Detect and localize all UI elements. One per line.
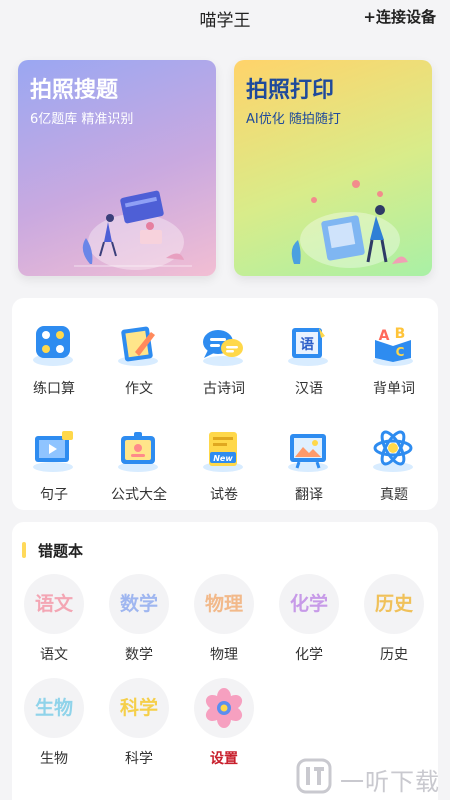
- tools-panel: 练口算 作文 古诗词 语 汉语 A B C 背单词 句子 公式大全 New 试卷…: [12, 298, 438, 510]
- pencil-notebook-icon: [118, 326, 158, 366]
- wrong-book-title: 错题本: [38, 542, 84, 560]
- new-paper-icon: New: [203, 432, 243, 472]
- subject-label: 数学: [125, 647, 153, 663]
- id-card-icon: [118, 432, 158, 472]
- video-screen-icon: [33, 431, 73, 472]
- subject-history[interactable]: 历史 历史: [354, 574, 434, 674]
- settings-label: 设置: [210, 751, 238, 767]
- chinese-book-icon: 语: [288, 328, 328, 366]
- tool-formulas[interactable]: 公式大全: [103, 414, 175, 504]
- subject-chemistry-icon: 化学: [279, 574, 339, 634]
- atom-icon: [373, 430, 413, 472]
- tool-label: 作文: [125, 381, 153, 397]
- subject-biology-icon: 生物: [24, 678, 84, 738]
- tool-label: 古诗词: [203, 381, 245, 397]
- top-bar: 喵学王 +连接设备: [0, 0, 450, 40]
- tool-exam-paper[interactable]: New 试卷: [188, 414, 260, 504]
- subject-label: 历史: [380, 647, 408, 663]
- subject-label: 语文: [40, 647, 68, 663]
- photo-search-title: 拍照搜题: [30, 78, 119, 103]
- subject-science[interactable]: 科学 科学: [99, 678, 179, 778]
- tool-label: 试卷: [210, 487, 238, 503]
- subject-physics[interactable]: 物理 物理: [184, 574, 264, 674]
- section-accent-bar: [22, 542, 26, 558]
- svg-text:语: 语: [300, 337, 314, 353]
- calculator-icon: [33, 326, 73, 366]
- tool-past-exams[interactable]: 真题: [358, 414, 430, 504]
- subject-chinese[interactable]: 语文 语文: [14, 574, 94, 674]
- subject-science-icon: 科学: [109, 678, 169, 738]
- tool-label: 背单词: [373, 381, 415, 397]
- photo-print-subtitle: AI优化 随拍随打: [246, 112, 341, 127]
- tool-vocabulary[interactable]: A B C 背单词: [358, 308, 430, 398]
- subject-history-icon: 历史: [364, 574, 424, 634]
- connect-device-button[interactable]: +连接设备: [363, 6, 436, 27]
- photo-print-illustration: [291, 180, 408, 268]
- svg-text:New: New: [213, 454, 233, 463]
- subject-math[interactable]: 数学 数学: [99, 574, 179, 674]
- speech-bubble-icon: [203, 330, 243, 366]
- subject-label: 化学: [295, 647, 323, 663]
- photo-search-subtitle: 6亿题库 精准识别: [30, 112, 134, 127]
- photo-print-title: 拍照打印: [246, 78, 335, 103]
- photo-search-card[interactable]: 拍照搜题 6亿题库 精准识别: [18, 60, 216, 276]
- tool-label: 句子: [40, 487, 68, 503]
- subject-biology[interactable]: 生物 生物: [14, 678, 94, 778]
- svg-text:B: B: [395, 326, 406, 342]
- subject-chinese-icon: 语文: [24, 574, 84, 634]
- watermark-text: 一听下载: [340, 768, 440, 796]
- subject-chemistry[interactable]: 化学 化学: [269, 574, 349, 674]
- picture-board-icon: [288, 434, 328, 472]
- subject-label: 物理: [210, 647, 238, 663]
- flower-icon: [194, 678, 254, 738]
- tool-oral-math[interactable]: 练口算: [18, 308, 90, 398]
- subject-label: 生物: [40, 751, 68, 767]
- tool-chinese[interactable]: 语 汉语: [273, 308, 345, 398]
- tool-label: 汉语: [295, 381, 323, 397]
- tool-sentence[interactable]: 句子: [18, 414, 90, 504]
- watermark-logo-icon: [296, 758, 332, 794]
- tool-composition[interactable]: 作文: [103, 308, 175, 398]
- tool-label: 真题: [380, 487, 408, 503]
- svg-text:C: C: [396, 345, 405, 359]
- subject-math-icon: 数学: [109, 574, 169, 634]
- tool-label: 练口算: [33, 381, 75, 397]
- flower-icon-svg: [205, 688, 243, 728]
- settings-button[interactable]: 设置: [184, 678, 264, 778]
- photo-search-illustration: [74, 190, 192, 270]
- watermark: 一听下载: [296, 758, 446, 796]
- abc-book-icon: A B C: [373, 326, 413, 366]
- photo-print-card[interactable]: 拍照打印 AI优化 随拍随打: [234, 60, 432, 276]
- subject-physics-icon: 物理: [194, 574, 254, 634]
- tool-label: 翻译: [295, 487, 323, 503]
- tool-label: 公式大全: [111, 487, 167, 503]
- tool-poetry[interactable]: 古诗词: [188, 308, 260, 398]
- subject-label: 科学: [125, 751, 153, 767]
- svg-text:A: A: [379, 328, 390, 344]
- tool-translate[interactable]: 翻译: [273, 414, 345, 504]
